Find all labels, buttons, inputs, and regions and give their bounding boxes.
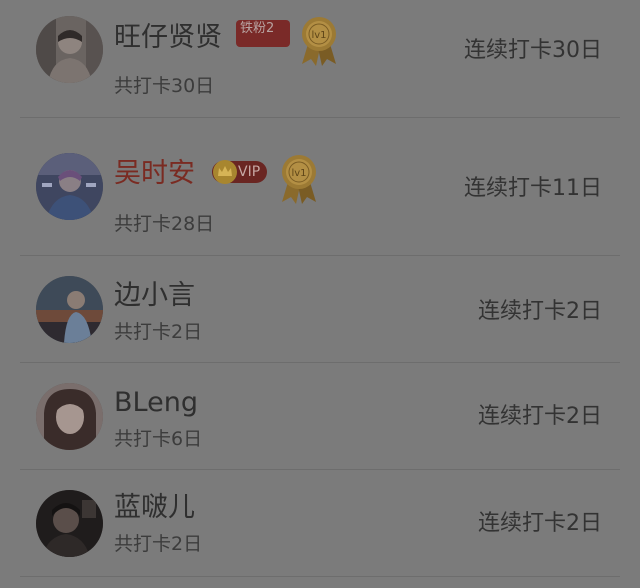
avatar[interactable] — [36, 276, 103, 343]
fan-level-badge: 铁粉2 — [236, 20, 290, 47]
streak-days: 连续打卡30日 — [464, 38, 602, 63]
avatar-photo-icon — [36, 490, 103, 557]
streak-days: 连续打卡11日 — [464, 176, 602, 201]
avatar-photo-icon — [36, 16, 103, 83]
list-item[interactable]: 旺仔贤贤 铁粉2 lv1 共打卡30日 连续打卡30日 — [0, 0, 640, 106]
vip-label: VIP — [238, 164, 261, 180]
streak-days: 连续打卡2日 — [478, 299, 602, 324]
username[interactable]: 蓝啵儿 — [114, 492, 195, 524]
checkin-leaderboard: 旺仔贤贤 铁粉2 lv1 共打卡30日 连续打卡30日 吴时安 VIP lv1 … — [0, 0, 640, 588]
avatar-photo-icon — [36, 383, 103, 450]
avatar[interactable] — [36, 383, 103, 450]
medal-icon: lv1 — [278, 152, 320, 204]
list-item[interactable]: 边小言 共打卡2日 连续打卡2日 — [0, 256, 640, 362]
streak-days: 连续打卡2日 — [478, 404, 602, 429]
svg-text:lv1: lv1 — [291, 168, 306, 179]
username[interactable]: 吴时安 — [114, 158, 195, 190]
avatar[interactable] — [36, 153, 103, 220]
avatar[interactable] — [36, 16, 103, 83]
total-checkins: 共打卡2日 — [114, 533, 203, 555]
username[interactable]: BLeng — [114, 387, 198, 419]
username[interactable]: 边小言 — [114, 280, 195, 312]
total-checkins: 共打卡6日 — [114, 428, 203, 450]
avatar[interactable] — [36, 490, 103, 557]
list-item[interactable]: BLeng 共打卡6日 连续打卡2日 — [0, 363, 640, 469]
total-checkins: 共打卡30日 — [114, 75, 215, 97]
total-checkins: 共打卡28日 — [114, 213, 215, 235]
vip-badge: VIP — [212, 160, 268, 184]
avatar-photo-icon — [36, 153, 103, 220]
divider — [20, 576, 620, 577]
svg-text:lv1: lv1 — [311, 30, 326, 41]
avatar-photo-icon — [36, 276, 103, 343]
list-item[interactable]: 蓝啵儿 共打卡2日 连续打卡2日 — [0, 470, 640, 576]
list-item[interactable]: 吴时安 VIP lv1 共打卡28日 连续打卡11日 — [0, 118, 640, 235]
username[interactable]: 旺仔贤贤 — [114, 22, 222, 54]
streak-days: 连续打卡2日 — [478, 511, 602, 536]
crown-icon — [213, 160, 237, 184]
medal-icon: lv1 — [298, 14, 340, 66]
total-checkins: 共打卡2日 — [114, 321, 203, 343]
